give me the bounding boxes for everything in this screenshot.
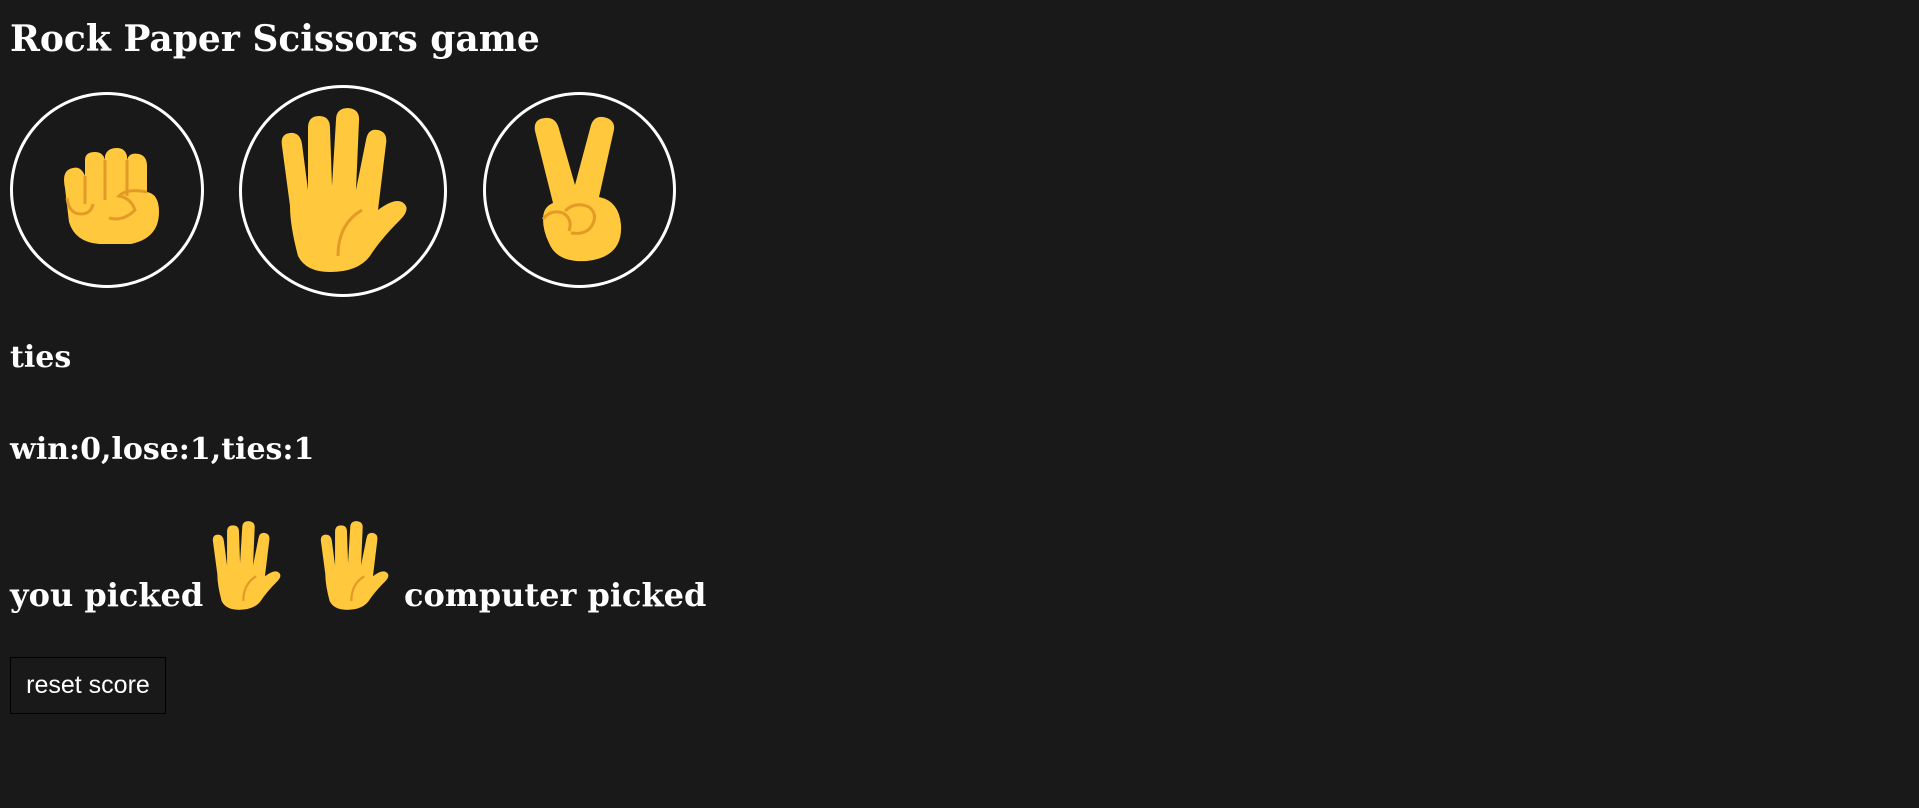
- picks-row: you picked computer picked: [10, 520, 910, 620]
- reset-score-button[interactable]: reset score: [10, 657, 166, 714]
- computer-pick-raised-hand-icon: [310, 520, 398, 616]
- game-page: Rock Paper Scissors game ties win:0,lose…: [0, 0, 1919, 808]
- result-text: ties: [10, 340, 72, 375]
- scissors-button[interactable]: [483, 92, 676, 288]
- choice-buttons: [10, 85, 710, 300]
- victory-hand-icon: [534, 116, 621, 262]
- raised-fist-icon: [64, 148, 159, 244]
- rock-button[interactable]: [10, 92, 204, 288]
- computer-picked-label: computer picked: [404, 576, 707, 614]
- page-title: Rock Paper Scissors game: [10, 18, 540, 60]
- score-text: win:0,lose:1,ties:1: [10, 432, 315, 467]
- raised-hand-icon: [281, 108, 407, 272]
- you-picked-label: you picked: [10, 576, 204, 614]
- you-pick-raised-hand-icon: [202, 520, 290, 616]
- paper-button[interactable]: [239, 85, 447, 297]
